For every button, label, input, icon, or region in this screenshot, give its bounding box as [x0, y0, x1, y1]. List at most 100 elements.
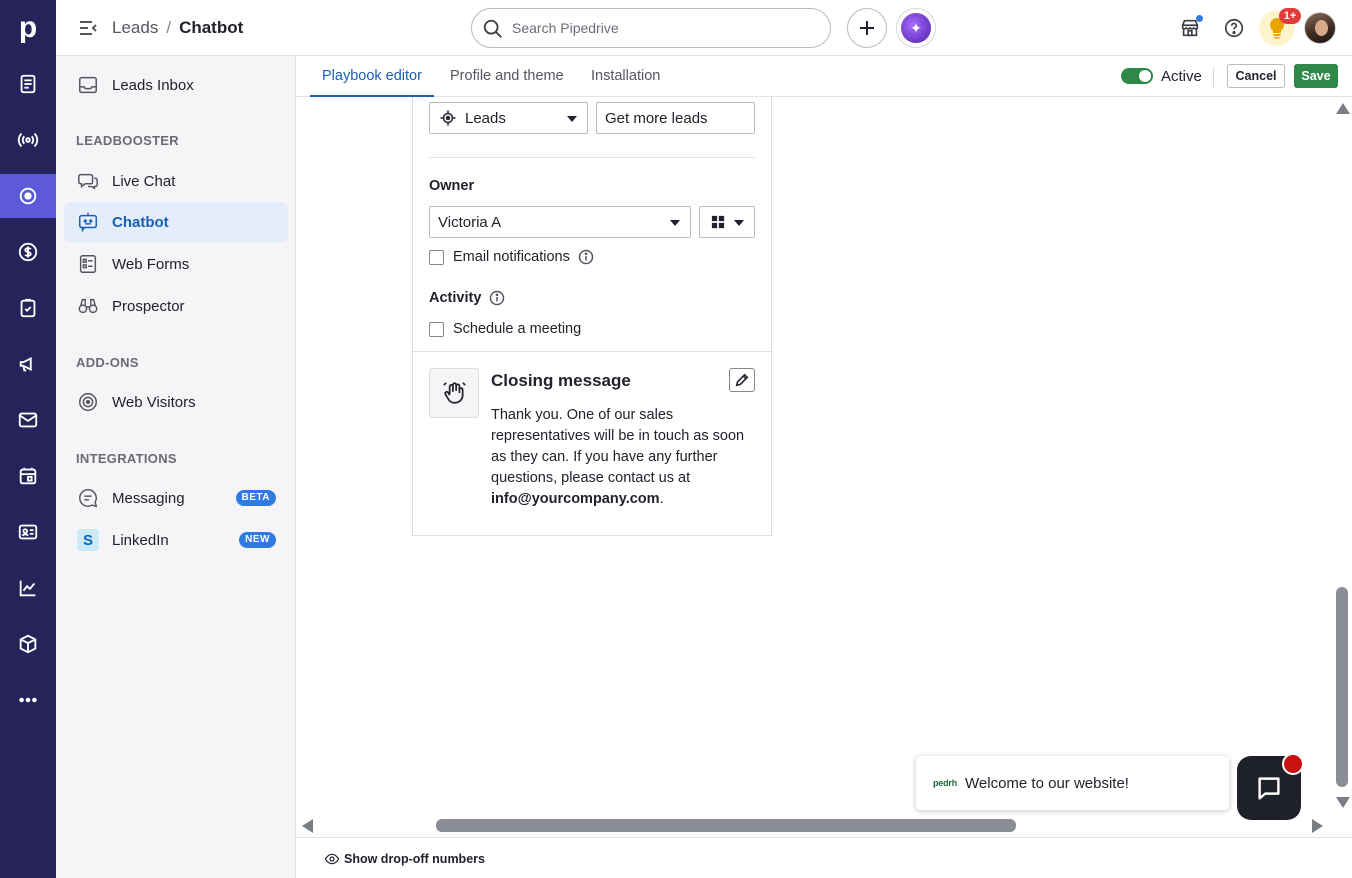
edit-closing-message-button[interactable] [729, 368, 755, 392]
owner-label: Owner [429, 178, 475, 194]
scroll-left-arrow-icon[interactable] [302, 819, 313, 833]
info-icon[interactable] [578, 249, 594, 265]
leadbooster-icon[interactable] [0, 174, 56, 218]
beta-badge: BETA [235, 490, 276, 506]
tab-profile-and-theme[interactable]: Profile and theme [450, 56, 564, 97]
tips-count-badge: 1+ [1279, 8, 1301, 24]
sidebar-item-label: Live Chat [112, 172, 176, 190]
app-rail: p [0, 0, 56, 878]
page-title: Chatbot [179, 18, 244, 37]
inbox-icon [76, 73, 100, 97]
binoculars-icon [76, 294, 100, 318]
caret-down-icon [734, 220, 744, 226]
vertical-scrollbar[interactable] [1334, 97, 1352, 817]
more-icon[interactable] [0, 678, 56, 722]
scroll-up-arrow-icon[interactable] [1336, 103, 1350, 114]
marketplace-button[interactable] [1177, 15, 1203, 41]
save-button[interactable]: Save [1294, 64, 1338, 88]
show-dropoff-numbers-button[interactable]: Show drop-off numbers [324, 851, 485, 867]
breadcrumb-leads[interactable]: Leads [112, 18, 158, 38]
ai-assistant-button[interactable]: ✦ [896, 8, 936, 48]
horizontal-scrollbar[interactable] [296, 817, 1336, 835]
help-icon [1224, 18, 1244, 38]
chat-bubbles-icon [76, 169, 100, 193]
schedule-meeting-checkbox[interactable] [429, 321, 444, 337]
sidebar-item-label: Prospector [112, 297, 185, 315]
sidebar-item-messaging[interactable]: Messaging BETA [64, 478, 288, 518]
breadcrumb: Leads / Chatbot [112, 18, 243, 38]
tasks-icon[interactable] [0, 286, 56, 330]
email-notifications-checkbox[interactable] [429, 249, 444, 265]
playbook-canvas[interactable]: Leads Get more leads Owner Victoria A Em… [296, 97, 1336, 817]
chatbot-icon [76, 210, 100, 234]
activity-label: Activity [429, 290, 482, 306]
owner-mode-dropdown[interactable] [699, 206, 755, 238]
divider [413, 351, 771, 352]
chat-welcome-bubble[interactable]: pedrh Welcome to our website! [916, 756, 1229, 810]
email-notifications-row: Email notifications [429, 249, 594, 265]
leads-sidebar: Leads Inbox LEADBOOSTER Live Chat Chatbo… [56, 56, 296, 878]
sidebar-item-web-forms[interactable]: Web Forms [64, 244, 288, 284]
sidebar-item-live-chat[interactable]: Live Chat [64, 161, 288, 201]
products-icon[interactable] [0, 622, 56, 666]
bottom-bar: Show drop-off numbers [296, 837, 1352, 878]
tab-playbook-editor[interactable]: Playbook editor [310, 56, 434, 97]
chat-bubble-icon [1258, 777, 1280, 800]
sidebar-item-linkedin[interactable]: S LinkedIn NEW [64, 520, 288, 560]
contacts-icon[interactable] [0, 510, 56, 554]
user-avatar[interactable] [1304, 12, 1336, 44]
top-bar: Leads / Chatbot ✦ 1+ [56, 0, 1352, 56]
scroll-down-arrow-icon[interactable] [1336, 797, 1350, 808]
pipeline-dropdown[interactable]: Leads [429, 102, 588, 134]
pipedrive-logo[interactable]: p [0, 0, 56, 56]
calendar-icon[interactable] [0, 454, 56, 498]
mail-icon[interactable] [0, 398, 56, 442]
pipeline-value: Leads [465, 109, 506, 127]
section-integrations: INTEGRATIONS [76, 451, 177, 466]
message-icon [76, 486, 100, 510]
insights-icon[interactable] [0, 566, 56, 610]
caret-down-icon [567, 116, 577, 122]
cancel-button[interactable]: Cancel [1227, 64, 1285, 88]
linkedin-icon: S [76, 528, 100, 552]
section-addons: ADD-ONS [76, 355, 139, 370]
sidebar-item-label: Web Visitors [112, 393, 196, 411]
breadcrumb-separator: / [166, 18, 172, 37]
closing-message-text: Thank you. One of our sales representati… [491, 407, 745, 507]
pencil-icon [735, 373, 749, 387]
sidebar-item-leads-inbox[interactable]: Leads Inbox [64, 65, 288, 105]
target-value: Get more leads [605, 109, 708, 127]
sidebar-item-web-visitors[interactable]: Web Visitors [64, 382, 288, 422]
horizontal-scroll-thumb[interactable] [436, 819, 1016, 832]
vertical-scroll-thumb[interactable] [1336, 587, 1348, 787]
sidebar-item-chatbot[interactable]: Chatbot [64, 202, 288, 242]
waving-hand-icon [429, 368, 479, 418]
radar-icon [76, 390, 100, 414]
sidebar-item-label: Leads Inbox [112, 76, 194, 94]
search-input[interactable] [512, 18, 812, 38]
scroll-right-arrow-icon[interactable] [1312, 819, 1323, 833]
campaigns-icon[interactable] [0, 342, 56, 386]
dollar-icon[interactable] [0, 230, 56, 274]
leads-target-icon [440, 110, 456, 126]
deals-radio-icon[interactable] [0, 118, 56, 162]
help-button[interactable] [1221, 15, 1247, 41]
leads-icon[interactable] [0, 62, 56, 106]
info-icon[interactable] [489, 290, 505, 306]
sparkle-icon: ✦ [901, 13, 931, 43]
editor-tabs-bar: Playbook editor Profile and theme Instal… [296, 56, 1352, 97]
target-field[interactable]: Get more leads [596, 102, 755, 134]
search-box[interactable] [471, 8, 831, 48]
sidebar-item-prospector[interactable]: Prospector [64, 286, 288, 326]
owner-dropdown[interactable]: Victoria A [429, 206, 691, 238]
show-dropoff-label: Show drop-off numbers [344, 852, 485, 866]
divider [429, 157, 755, 158]
active-toggle[interactable] [1121, 68, 1153, 84]
collapse-menu-icon[interactable] [78, 18, 98, 38]
schedule-meeting-label: Schedule a meeting [453, 321, 582, 337]
playbook-end-card: Leads Get more leads Owner Victoria A Em… [412, 97, 772, 536]
quick-add-button[interactable] [847, 8, 887, 48]
tab-installation[interactable]: Installation [591, 56, 660, 97]
notification-dot [1196, 15, 1203, 22]
sidebar-item-label: LinkedIn [112, 531, 169, 549]
